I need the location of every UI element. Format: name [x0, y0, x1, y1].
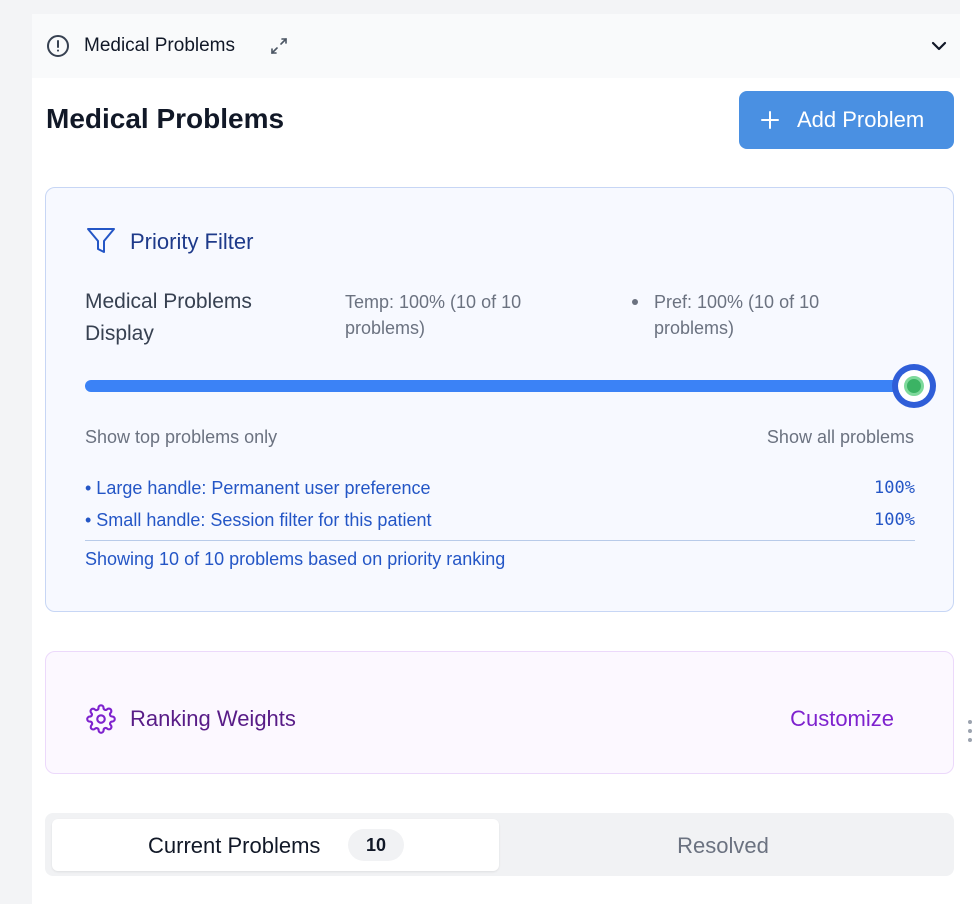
right-rail [960, 0, 972, 904]
section-header[interactable]: Medical Problems [32, 14, 960, 78]
tab-label: Resolved [677, 833, 769, 858]
page-title: Medical Problems [46, 103, 285, 134]
session-handle[interactable] [904, 376, 924, 396]
tab-label: Current Problems [148, 833, 321, 858]
handle-ring [898, 370, 930, 402]
priority-slider-handle[interactable] [892, 364, 936, 408]
filter-summary: Showing 10 of 10 problems based on prior… [85, 549, 506, 569]
pref-filter-status: Pref: 100% (10 of 10 problems) [654, 292, 820, 338]
page: Medical Problems Medical Problems Add Pr… [0, 0, 972, 904]
tab-resolved[interactable]: Resolved [499, 819, 947, 871]
customize-button[interactable]: Customize [770, 704, 900, 734]
display-label: Medical Problems Display [85, 290, 252, 345]
separator-dot [632, 299, 638, 305]
divider [85, 540, 915, 541]
range-max-label: Show all problems [766, 427, 914, 447]
top-strip [32, 0, 972, 14]
chevron-down-icon[interactable] [928, 35, 950, 57]
plus-icon [759, 109, 781, 131]
section-title: Medical Problems [84, 35, 235, 56]
legend-value: 100% [874, 510, 915, 530]
legend-row-small-handle: • Small handle: Session filter for this … [85, 507, 915, 533]
legend-row-large-handle: • Large handle: Permanent user preferenc… [85, 475, 915, 501]
legend-label: • Small handle: Session filter for this … [85, 510, 432, 530]
legend-value: 100% [874, 478, 915, 498]
legend-label: • Large handle: Permanent user preferenc… [85, 478, 431, 498]
tab-current-problems[interactable]: Current Problems 10 [52, 819, 499, 871]
alert-circle-icon [46, 34, 70, 58]
add-problem-label: Add Problem [797, 107, 925, 132]
left-gutter [0, 0, 32, 904]
ranking-weights-title: Ranking Weights [130, 706, 296, 731]
priority-filter-title: Priority Filter [130, 229, 254, 254]
range-min-label: Show top problems only [85, 427, 278, 447]
gear-icon [86, 704, 116, 734]
count-badge: 10 [348, 829, 404, 861]
filter-icon [86, 227, 116, 255]
resize-handle[interactable] [968, 720, 972, 742]
priority-slider-track[interactable] [85, 380, 915, 392]
add-problem-button[interactable]: Add Problem [739, 91, 954, 149]
expand-arrows-icon[interactable] [268, 35, 290, 57]
temp-filter-status: Temp: 100% (10 of 10 problems) [345, 292, 522, 338]
